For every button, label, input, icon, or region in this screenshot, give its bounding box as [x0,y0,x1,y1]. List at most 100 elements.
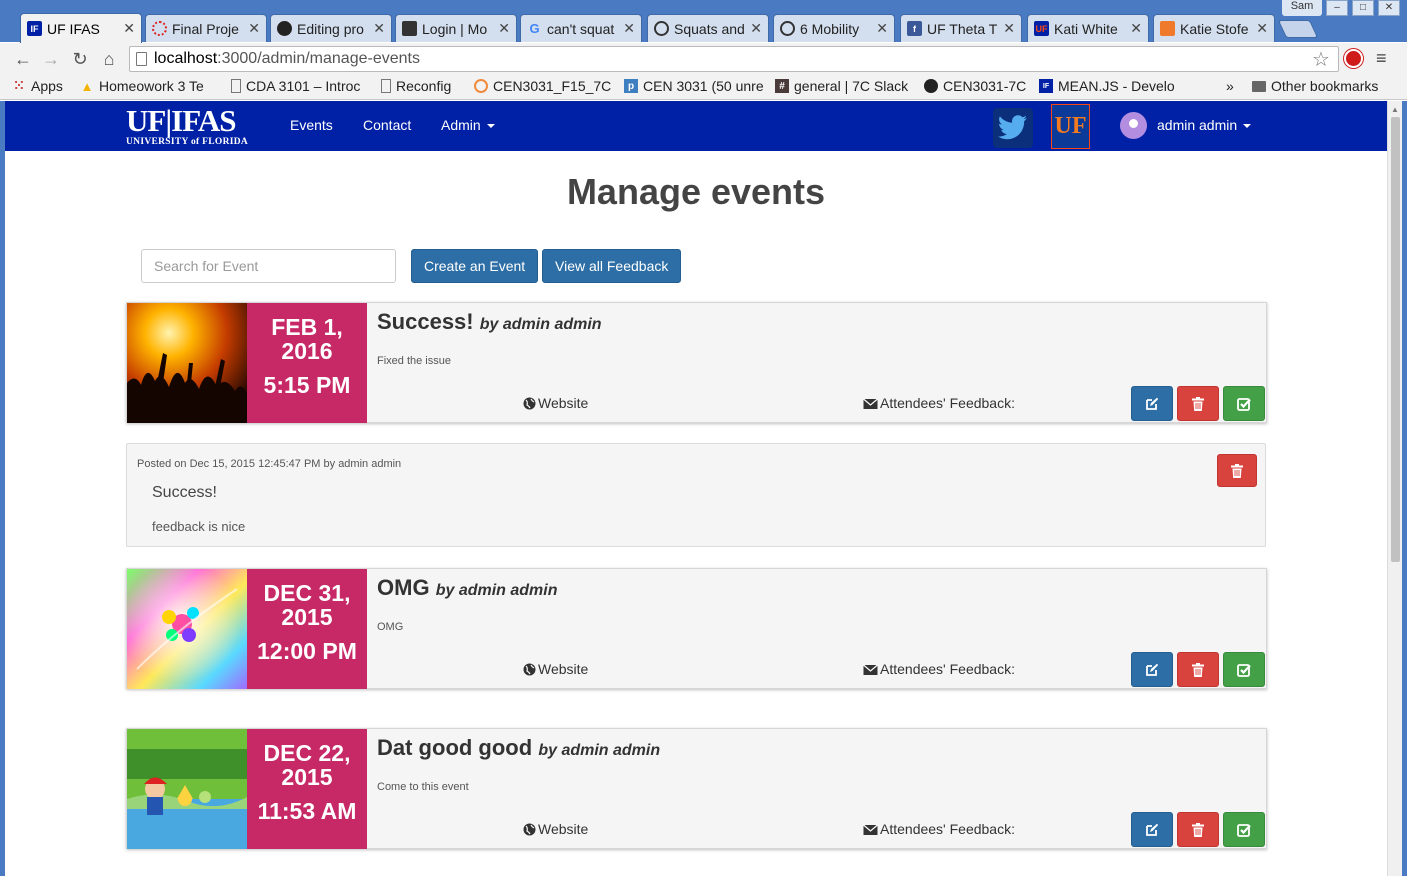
tab-close-icon[interactable]: ✕ [623,20,635,37]
tab-title: UF IFAS [47,20,100,37]
event-image-psychedelic[interactable] [127,569,247,689]
new-tab-button[interactable] [1277,20,1319,38]
event-website-link[interactable]: Website [523,395,588,411]
browser-tab-katie-stofe[interactable]: Katie Stofe ✕ [1153,14,1275,42]
bookmarks-overflow-button[interactable]: » [1226,78,1234,94]
bookmark-label: Apps [31,78,63,94]
browser-tab-google-search[interactable]: G can't squat ✕ [520,14,642,42]
browser-menu-icon[interactable]: ≡ [1376,48,1387,69]
tab-title: can't squat [547,20,615,37]
event-website-link[interactable]: Website [523,661,588,677]
event-image-cartoon[interactable] [127,729,247,849]
tab-close-icon[interactable]: ✕ [1256,20,1268,37]
tab-close-icon[interactable]: ✕ [750,20,762,37]
bookmark-apps[interactable]: ⁙ Apps [12,78,63,94]
tab-close-icon[interactable]: ✕ [1003,20,1015,37]
bookmark-label: CDA 3101 – Introc [246,78,361,94]
tab-close-icon[interactable]: ✕ [248,20,260,37]
delete-event-button[interactable] [1177,812,1219,847]
home-icon[interactable]: ⌂ [98,48,120,70]
nav-events-link[interactable]: Events [290,117,333,133]
user-menu-dropdown[interactable]: admin admin [1157,117,1252,133]
event-title[interactable]: Success! by admin admin [377,309,602,335]
nav-contact-link[interactable]: Contact [363,117,411,133]
bookmark-homework[interactable]: ▲ Homeowork 3 Te [80,78,220,94]
browser-tab-editing[interactable]: Editing pro ✕ [270,14,392,42]
uf-ifas-logo[interactable]: UF|IFAS UNIVERSITY of FLORIDA [126,105,248,148]
forward-arrow-icon[interactable]: → [40,48,62,70]
browser-tab-final-project[interactable]: Final Proje ✕ [145,14,267,42]
user-avatar-icon[interactable] [1120,112,1147,139]
bookmark-star-icon[interactable]: ☆ [1312,47,1330,72]
circle-x-favicon-icon [654,21,669,36]
create-event-button[interactable]: Create an Event [411,249,539,283]
page-icon [381,79,391,93]
reload-icon[interactable]: ↻ [69,48,91,70]
bookmark-label: MEAN.JS - Develo [1058,78,1175,94]
event-date-line2: 2016 [281,338,333,364]
event-title[interactable]: Dat good good by admin admin [377,735,660,761]
back-arrow-icon[interactable]: ← [12,48,34,70]
uf-gator-logo-icon[interactable]: UF [1051,104,1090,149]
event-title[interactable]: OMG by admin admin [377,575,558,601]
approve-event-button[interactable] [1223,812,1265,847]
attendees-feedback-label: Attendees' Feedback: [880,661,1015,677]
delete-feedback-button[interactable] [1217,454,1257,487]
bookmark-cen3031-7c[interactable]: CEN3031-7C [924,78,1026,94]
other-bookmarks[interactable]: Other bookmarks [1252,78,1378,94]
browser-tab-uf-theta[interactable]: f UF Theta T ✕ [900,14,1022,42]
browser-tab-mobility[interactable]: 6 Mobility ✕ [773,14,895,42]
extension-stop-icon[interactable] [1344,49,1363,68]
tab-close-icon[interactable]: ✕ [373,20,385,37]
browser-tab-squats[interactable]: Squats and ✕ [647,14,769,42]
website-label: Website [538,661,589,677]
event-card: FEB 1, 2016 5:15 PM Success! by admin ad… [126,302,1267,423]
event-date-line1: DEC 31, [263,580,351,606]
event-image-concert[interactable] [127,303,247,423]
event-date-line2: 2015 [281,764,333,790]
bookmark-cen3031-piazza[interactable]: p CEN 3031 (50 unre [624,78,764,94]
circle-x-favicon-icon [780,21,795,36]
address-bar[interactable]: localhost:3000/admin/manage-events [129,46,1339,72]
scroll-up-arrow-icon[interactable]: ▲ [1391,105,1399,114]
bookmark-label: CEN3031_F15_7C [493,78,612,94]
page-scrollbar[interactable]: ▲ [1387,101,1402,876]
search-event-input[interactable] [141,249,396,283]
website-label: Website [538,821,589,837]
approve-event-button[interactable] [1223,652,1265,687]
minimize-window-button[interactable]: – [1326,0,1348,16]
browser-tab-kati-white[interactable]: UF Kati White ✕ [1027,14,1149,42]
edit-event-button[interactable] [1131,386,1173,421]
bookmark-meanjs[interactable]: IF MEAN.JS - Develo [1039,78,1179,94]
browser-tab-uf-ifas[interactable]: IF UF IFAS ✕ [20,13,142,43]
tab-close-icon[interactable]: ✕ [876,20,888,37]
bookmark-reconfig[interactable]: Reconfig [381,78,451,94]
tab-close-icon[interactable]: ✕ [498,20,510,37]
maximize-window-button[interactable]: □ [1352,0,1374,16]
event-website-link[interactable]: Website [523,821,588,837]
ifas-icon: IF [1039,79,1053,93]
bookmark-cda3101[interactable]: CDA 3101 – Introc [231,78,371,94]
event-card: DEC 22, 2015 11:53 AM Dat good good by a… [126,728,1267,849]
tab-close-icon[interactable]: ✕ [123,20,135,37]
bookmark-cen3031-f15[interactable]: CEN3031_F15_7C [474,78,614,94]
nav-admin-dropdown[interactable]: Admin [441,117,495,133]
close-window-button[interactable]: ✕ [1378,0,1400,16]
edit-icon [1146,823,1159,836]
by-label: by [479,316,499,333]
profile-chip[interactable]: Sam [1282,0,1322,16]
edit-event-button[interactable] [1131,812,1173,847]
twitter-icon[interactable] [993,108,1033,148]
tab-close-icon[interactable]: ✕ [1130,20,1142,37]
bookmark-slack[interactable]: # general | 7C Slack [775,78,908,94]
delete-event-button[interactable] [1177,652,1219,687]
delete-event-button[interactable] [1177,386,1219,421]
page-icon [136,52,147,66]
feedback-title: Success! [152,484,217,501]
edit-event-button[interactable] [1131,652,1173,687]
folder-icon [1252,80,1266,92]
scrollbar-thumb[interactable] [1391,117,1400,562]
view-all-feedback-button[interactable]: View all Feedback [542,249,682,283]
browser-tab-login[interactable]: Login | Mo ✕ [395,14,517,42]
approve-event-button[interactable] [1223,386,1265,421]
